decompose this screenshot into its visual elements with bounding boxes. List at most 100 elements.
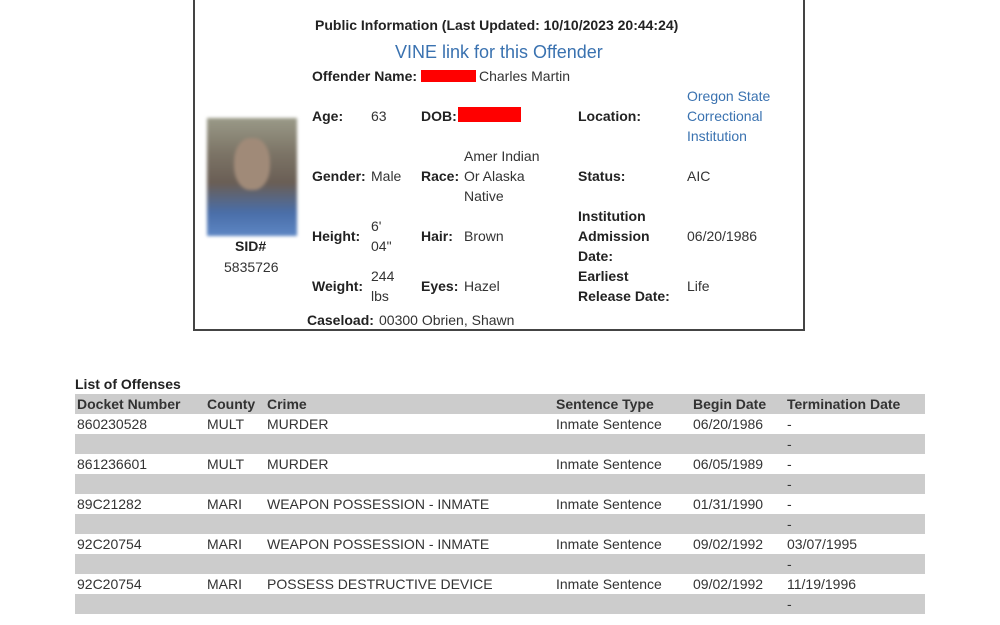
location-line: Correctional: [687, 108, 763, 124]
race-line: Native: [464, 188, 504, 204]
status-value: AIC: [687, 168, 711, 184]
termination-date-cell: 11/19/1996: [787, 576, 857, 592]
docket-number-cell: 861236601: [77, 456, 148, 472]
empty-cell: [207, 514, 267, 534]
empty-cell: [207, 434, 267, 454]
gender-label: Gender:: [312, 168, 366, 184]
height-value: 6' 04": [371, 216, 392, 256]
offenses-table: Docket Number County Crime Sentence Type…: [75, 394, 925, 614]
status-label: Status:: [578, 168, 626, 184]
termination-date-cell: -: [787, 456, 792, 472]
offense-row: 860230528 MULT MURDER Inmate Sentence 06/20/…: [75, 414, 925, 434]
eyes-label: Eyes:: [421, 278, 459, 294]
sentence-type-cell: Inmate Sentence: [556, 416, 662, 432]
offense-sub-row: -: [75, 514, 925, 534]
sub-termination-cell: -: [787, 474, 925, 494]
empty-cell: [207, 474, 267, 494]
age-label: Age:: [312, 108, 344, 124]
empty-cell: [556, 514, 693, 534]
offense-sub-row: -: [75, 594, 925, 614]
offense-row: 89C21282 MARI WEAPON POSSESSION - INMATE In…: [75, 494, 925, 514]
termination-date-cell: -: [787, 416, 792, 432]
sentence-type-cell: Inmate Sentence: [556, 576, 662, 592]
empty-cell: [207, 554, 267, 574]
offense-row: 92C20754 MARI POSSESS DESTRUCTIVE DEVICE In…: [75, 574, 925, 594]
height-label: Height:: [312, 228, 361, 244]
photo-face: [234, 138, 270, 190]
offender-photo: [207, 118, 297, 236]
empty-cell: [693, 554, 787, 574]
race-value: Amer Indian Or Alaska Native: [464, 146, 539, 206]
crime-cell: MURDER: [267, 416, 329, 432]
empty-cell: [693, 514, 787, 534]
docket-number-cell: 92C20754: [77, 536, 142, 552]
age-value: 63: [371, 108, 387, 124]
crime-cell: WEAPON POSSESSION - INMATE: [267, 496, 490, 512]
county-cell: MARI: [207, 536, 242, 552]
height-line: 04": [371, 238, 392, 254]
offenses-title: List of Offenses: [75, 376, 181, 392]
dob-label: DOB:: [421, 108, 457, 124]
begin-date-cell: 09/02/1992: [693, 576, 764, 592]
release-date-value: Life: [687, 278, 710, 294]
race-label: Race:: [421, 168, 460, 184]
sub-termination-cell: -: [787, 554, 925, 574]
begin-date-cell: 06/20/1986: [693, 416, 764, 432]
header-begin-date: Begin Date: [693, 394, 787, 414]
sentence-type-cell: Inmate Sentence: [556, 536, 662, 552]
race-line: Or Alaska: [464, 168, 525, 184]
county-cell: MULT: [207, 416, 245, 432]
sid-label: SID#: [235, 238, 267, 254]
offender-info-panel: Public Information (Last Updated: 10/10/…: [193, 0, 805, 331]
crime-cell: WEAPON POSSESSION - INMATE: [267, 536, 490, 552]
vine-link[interactable]: VINE link for this Offender: [395, 42, 603, 63]
offense-sub-row: -: [75, 434, 925, 454]
empty-cell: [75, 514, 207, 534]
header-termination-date: Termination Date: [787, 394, 925, 414]
empty-cell: [75, 434, 207, 454]
empty-cell: [267, 594, 556, 614]
empty-cell: [267, 554, 556, 574]
header-sentence-type: Sentence Type: [556, 394, 693, 414]
redacted-first-name: [421, 70, 476, 82]
sub-termination-cell: -: [787, 434, 925, 454]
empty-cell: [267, 474, 556, 494]
admission-date-value: 06/20/1986: [687, 228, 758, 244]
empty-cell: [75, 554, 207, 574]
empty-cell: [207, 594, 267, 614]
termination-date-cell: -: [787, 496, 792, 512]
empty-cell: [693, 434, 787, 454]
empty-cell: [693, 594, 787, 614]
gender-value: Male: [371, 168, 402, 184]
label-line: Admission: [578, 228, 650, 244]
last-updated-heading: Public Information (Last Updated: 10/10/…: [315, 17, 679, 33]
weight-value: 244 lbs: [371, 266, 394, 306]
location-line: Institution: [687, 128, 747, 144]
header-docket-number: Docket Number: [75, 394, 207, 414]
weight-label: Weight:: [312, 278, 364, 294]
docket-number-cell: 92C20754: [77, 576, 142, 592]
height-line: 6': [371, 218, 382, 234]
label-line: Earliest: [578, 268, 629, 284]
begin-date-cell: 09/02/1992: [693, 536, 764, 552]
termination-date-cell: 03/07/1995: [787, 536, 858, 552]
sentence-type-cell: Inmate Sentence: [556, 496, 662, 512]
empty-cell: [75, 474, 207, 494]
header-crime: Crime: [267, 394, 556, 414]
location-value[interactable]: Oregon State Correctional Institution: [687, 86, 770, 146]
crime-cell: POSSESS DESTRUCTIVE DEVICE: [267, 576, 493, 592]
crime-cell: MURDER: [267, 456, 329, 472]
admission-date-label: Institution Admission Date:: [578, 206, 650, 266]
offense-row: 92C20754 MARI WEAPON POSSESSION - INMATE In…: [75, 534, 925, 554]
hair-label: Hair:: [421, 228, 453, 244]
redacted-dob: [458, 107, 521, 122]
release-date-label: Earliest Release Date:: [578, 266, 670, 306]
label-line: Release Date:: [578, 288, 670, 304]
location-label: Location:: [578, 108, 641, 124]
offenses-header-row: Docket Number County Crime Sentence Type…: [75, 394, 925, 414]
offender-name-label: Offender Name:: [312, 68, 418, 84]
sentence-type-cell: Inmate Sentence: [556, 456, 662, 472]
empty-cell: [556, 594, 693, 614]
offense-sub-row: -: [75, 554, 925, 574]
location-line: Oregon State: [687, 88, 771, 104]
